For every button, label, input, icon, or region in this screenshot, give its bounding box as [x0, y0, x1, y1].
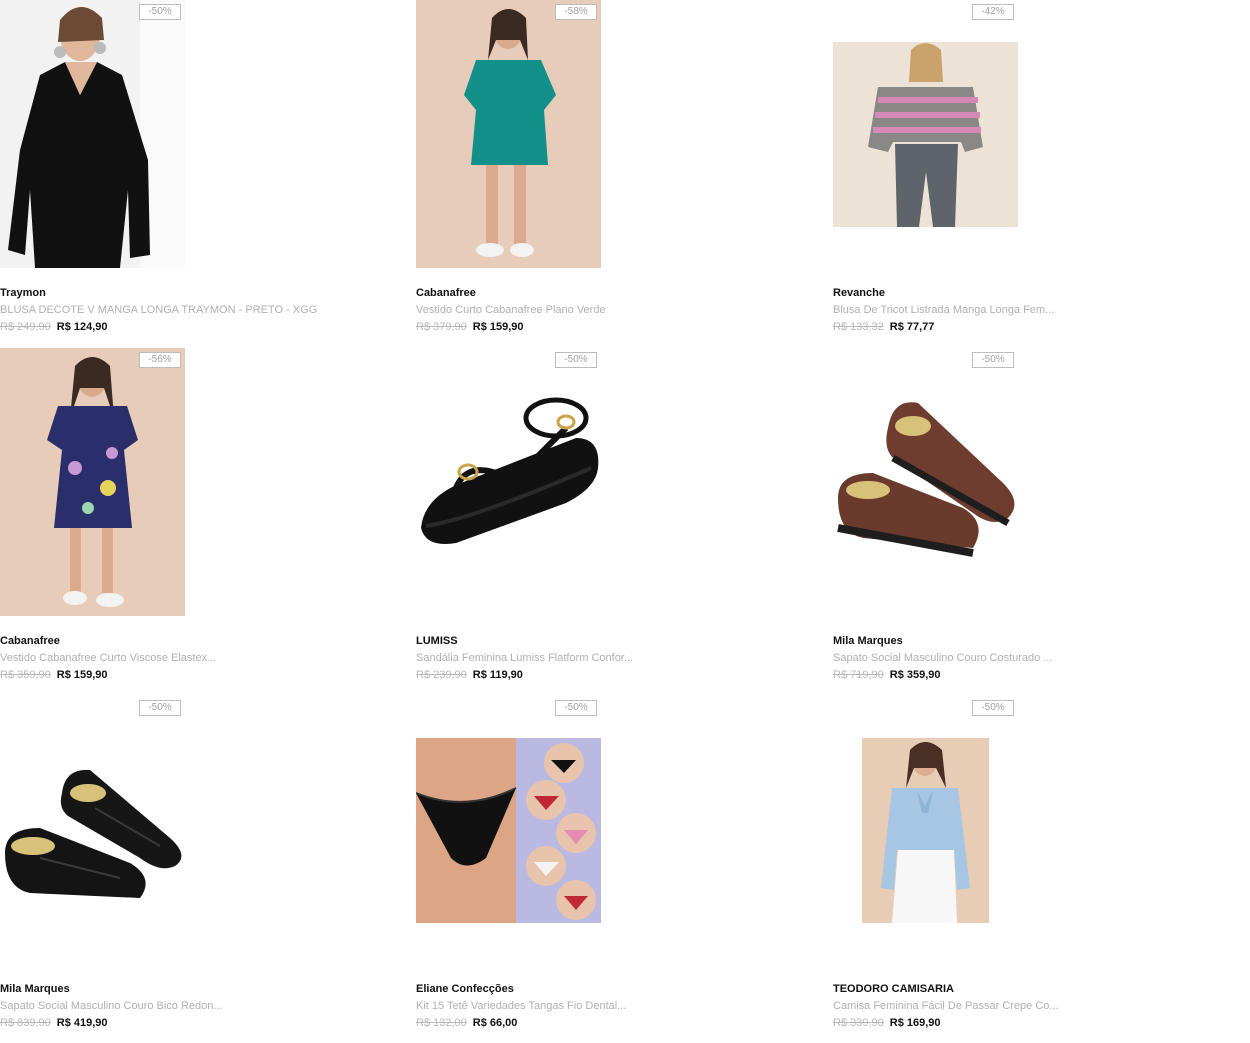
product-brand: Mila Marques [833, 635, 903, 647]
product-title[interactable]: Camisa Feminina Fácil De Passar Crepe Co… [833, 1000, 1059, 1012]
old-price: R$ 719,90 [833, 669, 884, 681]
lingerie-kit-photo [416, 738, 601, 923]
old-price: R$ 133,32 [833, 321, 884, 333]
product-card[interactable]: -50% Traymon BLUSA DECOTE V MANGA LONGA … [0, 0, 317, 340]
product-prices: R$ 359,90 R$ 159,90 [0, 669, 108, 681]
product-card[interactable]: -50% Eliane Confecções Kit 15 Tetê Varie… [416, 696, 716, 1036]
product-title[interactable]: Sapato Social Masculino Couro Costurado … [833, 652, 1053, 664]
product-image[interactable]: -50% [0, 0, 185, 268]
product-prices: R$ 839,90 R$ 419,90 [0, 1017, 108, 1029]
discount-badge: -50% [555, 700, 597, 716]
brown-leather-loafers-photo [833, 388, 1018, 573]
discount-badge: -50% [555, 352, 597, 368]
product-title[interactable]: Kit 15 Tetê Variedades Tangas Fio Dental… [416, 1000, 626, 1012]
product-prices: R$ 249,90 R$ 124,90 [0, 321, 108, 333]
sale-price: R$ 359,90 [889, 669, 941, 681]
product-title[interactable]: Sapato Social Masculino Couro Bico Redon… [0, 1000, 223, 1012]
product-prices: R$ 239,90 R$ 119,90 [416, 669, 523, 681]
product-prices: R$ 719,90 R$ 359,90 [833, 669, 941, 681]
product-card[interactable]: -50% LUMISS Sandália Feminina Lumiss Fla… [416, 348, 716, 688]
floral-navy-dress-photo [0, 348, 185, 616]
product-image[interactable]: -50% [416, 696, 601, 964]
product-title[interactable]: Sandália Feminina Lumiss Flatform Confor… [416, 652, 633, 664]
black-flatform-sandal-photo [416, 378, 601, 563]
sale-price: R$ 169,90 [889, 1017, 941, 1029]
product-brand: Mila Marques [0, 983, 70, 995]
light-blue-blouse-photo [862, 738, 989, 923]
discount-badge: -50% [139, 700, 181, 716]
product-card[interactable]: -50% Mila Marques Sapato Social Masculin… [833, 348, 1133, 688]
product-card[interactable]: -50% Mila Marques Sapato Social Masculin… [0, 696, 300, 1036]
old-price: R$ 839,90 [0, 1017, 51, 1029]
discount-badge: -58% [555, 4, 597, 20]
product-brand: Traymon [0, 287, 46, 299]
product-title[interactable]: BLUSA DECOTE V MANGA LONGA TRAYMON - PRE… [0, 304, 317, 316]
discount-badge: -50% [139, 4, 181, 20]
old-price: R$ 249,90 [0, 321, 51, 333]
striped-knit-sweater-photo [833, 42, 1018, 227]
product-title[interactable]: Vestido Curto Cabanafree Plano Verde [416, 304, 606, 316]
sale-price: R$ 419,90 [56, 1017, 108, 1029]
product-card[interactable]: -42% Revanche Blusa De Tricot Listrada M… [833, 0, 1133, 340]
product-brand: Eliane Confecções [416, 983, 514, 995]
old-price: R$ 132,00 [416, 1017, 467, 1029]
black-leather-loafers-photo [0, 738, 185, 923]
product-brand: Revanche [833, 287, 885, 299]
sale-price: R$ 66,00 [472, 1017, 518, 1029]
sale-price: R$ 124,90 [56, 321, 108, 333]
product-brand: Cabanafree [416, 287, 476, 299]
discount-badge: -50% [972, 352, 1014, 368]
product-image[interactable]: -50% [833, 696, 1018, 964]
old-price: R$ 359,90 [0, 669, 51, 681]
product-brand: Cabanafree [0, 635, 60, 647]
discount-badge: -56% [139, 352, 181, 368]
product-title[interactable]: Blusa De Tricot Listrada Manga Longa Fem… [833, 304, 1054, 316]
product-brand: TEODORO CAMISARIA [833, 983, 954, 995]
product-card[interactable]: -50% TEODORO CAMISARIA Camisa Feminina F… [833, 696, 1133, 1036]
product-prices: R$ 339,90 R$ 169,90 [833, 1017, 941, 1029]
product-card[interactable]: -58% Cabanafree Vestido Curto Cabanafree… [416, 0, 716, 340]
old-price: R$ 239,90 [416, 669, 467, 681]
product-title[interactable]: Vestido Cabanafree Curto Viscose Elastex… [0, 652, 216, 664]
product-prices: R$ 379,90 R$ 159,90 [416, 321, 524, 333]
product-image[interactable]: -42% [833, 0, 1018, 268]
product-image[interactable]: -50% [0, 696, 185, 964]
product-image[interactable]: -56% [0, 348, 185, 616]
discount-badge: -50% [972, 700, 1014, 716]
sale-price: R$ 159,90 [472, 321, 524, 333]
black-v-neck-blouse-photo [0, 0, 185, 268]
sale-price: R$ 77,77 [889, 321, 935, 333]
product-brand: LUMISS [416, 635, 458, 647]
sale-price: R$ 119,90 [472, 669, 523, 681]
sale-price: R$ 159,90 [56, 669, 108, 681]
product-image[interactable]: -50% [416, 348, 601, 616]
old-price: R$ 339,90 [833, 1017, 884, 1029]
discount-badge: -42% [972, 4, 1014, 20]
old-price: R$ 379,90 [416, 321, 467, 333]
product-card[interactable]: -56% Cabanafree Vestido Cabanafree Curto… [0, 348, 300, 688]
teal-short-dress-photo [416, 0, 601, 268]
product-prices: R$ 132,00 R$ 66,00 [416, 1017, 517, 1029]
product-image[interactable]: -50% [833, 348, 1018, 616]
product-image[interactable]: -58% [416, 0, 601, 268]
product-prices: R$ 133,32 R$ 77,77 [833, 321, 934, 333]
